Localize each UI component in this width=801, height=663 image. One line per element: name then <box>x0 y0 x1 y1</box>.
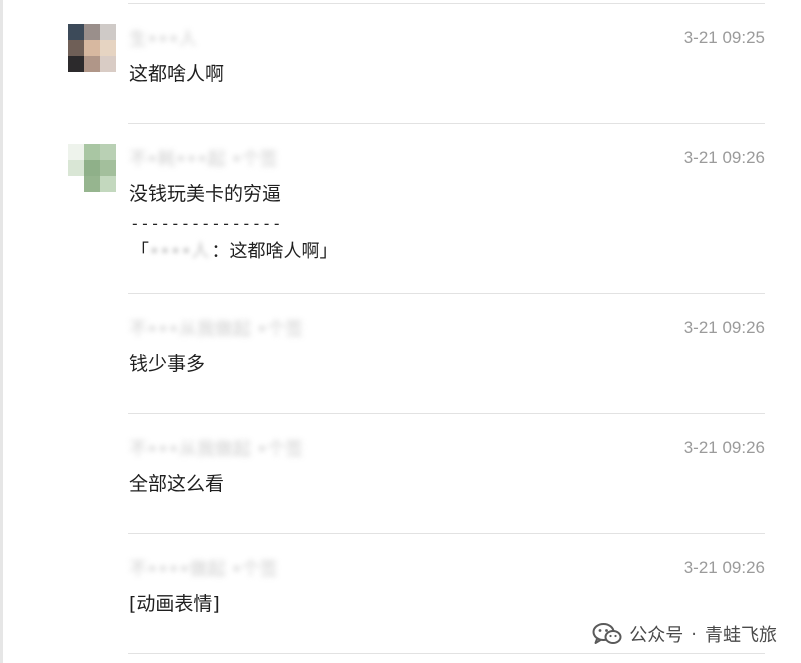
quote-open-bracket: 「 <box>131 241 149 262</box>
quoted-text: ：这都啥人啊」 <box>211 241 338 262</box>
message-item: 不•••从我做起 •个签 3-21 09:26 全部这么看 <box>0 414 801 534</box>
message-text: 钱少事多 <box>129 353 206 375</box>
message-text: 没钱玩美卡的穷逼 <box>129 183 282 205</box>
sender-name[interactable]: 不•••从我做起 •个签 <box>129 318 344 342</box>
watermark: 公众号 · 青蛙飞旅 <box>592 619 777 649</box>
timestamp: 3-21 09:25 <box>683 28 765 47</box>
timestamp: 3-21 09:26 <box>683 558 765 577</box>
message-text: [动画表情] <box>129 593 220 615</box>
message-text: 这都啥人啊 <box>129 63 225 85</box>
message-list: 生•••人 3-21 09:25 这都啥人啊 不•耗•••起 •个签 3-21 … <box>0 0 801 663</box>
divider <box>128 653 765 654</box>
message-item: 不•耗•••起 •个签 3-21 09:26 没钱玩美卡的穷逼 --------… <box>0 124 801 294</box>
timestamp: 3-21 09:26 <box>683 148 765 167</box>
message-item: 生•••人 3-21 09:25 这都啥人啊 <box>0 0 801 124</box>
timestamp: 3-21 09:26 <box>683 438 765 457</box>
timestamp: 3-21 09:26 <box>683 318 765 337</box>
quoted-message: 「••••人 ：这都啥人啊」 <box>131 239 337 265</box>
message-text: 全部这么看 <box>129 473 225 495</box>
quote-separator: --------------- <box>130 214 282 233</box>
quoted-sender: ••••人 <box>149 241 210 262</box>
watermark-label: 公众号 <box>629 625 684 646</box>
avatar[interactable] <box>68 24 116 72</box>
watermark-dot: · <box>691 623 697 645</box>
sender-name[interactable]: 不••••做起 •个签 <box>129 558 344 582</box>
comment-thread: 生•••人 3-21 09:25 这都啥人啊 不•耗•••起 •个签 3-21 … <box>0 0 801 663</box>
avatar[interactable] <box>68 144 116 192</box>
sender-name[interactable]: 生•••人 <box>129 28 344 52</box>
sender-name[interactable]: 不•耗•••起 •个签 <box>129 148 344 172</box>
wechat-official-account-icon <box>592 623 622 644</box>
sender-name[interactable]: 不•••从我做起 •个签 <box>129 438 344 462</box>
watermark-account: 青蛙飞旅 <box>705 625 777 646</box>
message-item: 不•••从我做起 •个签 3-21 09:26 钱少事多 <box>0 294 801 414</box>
